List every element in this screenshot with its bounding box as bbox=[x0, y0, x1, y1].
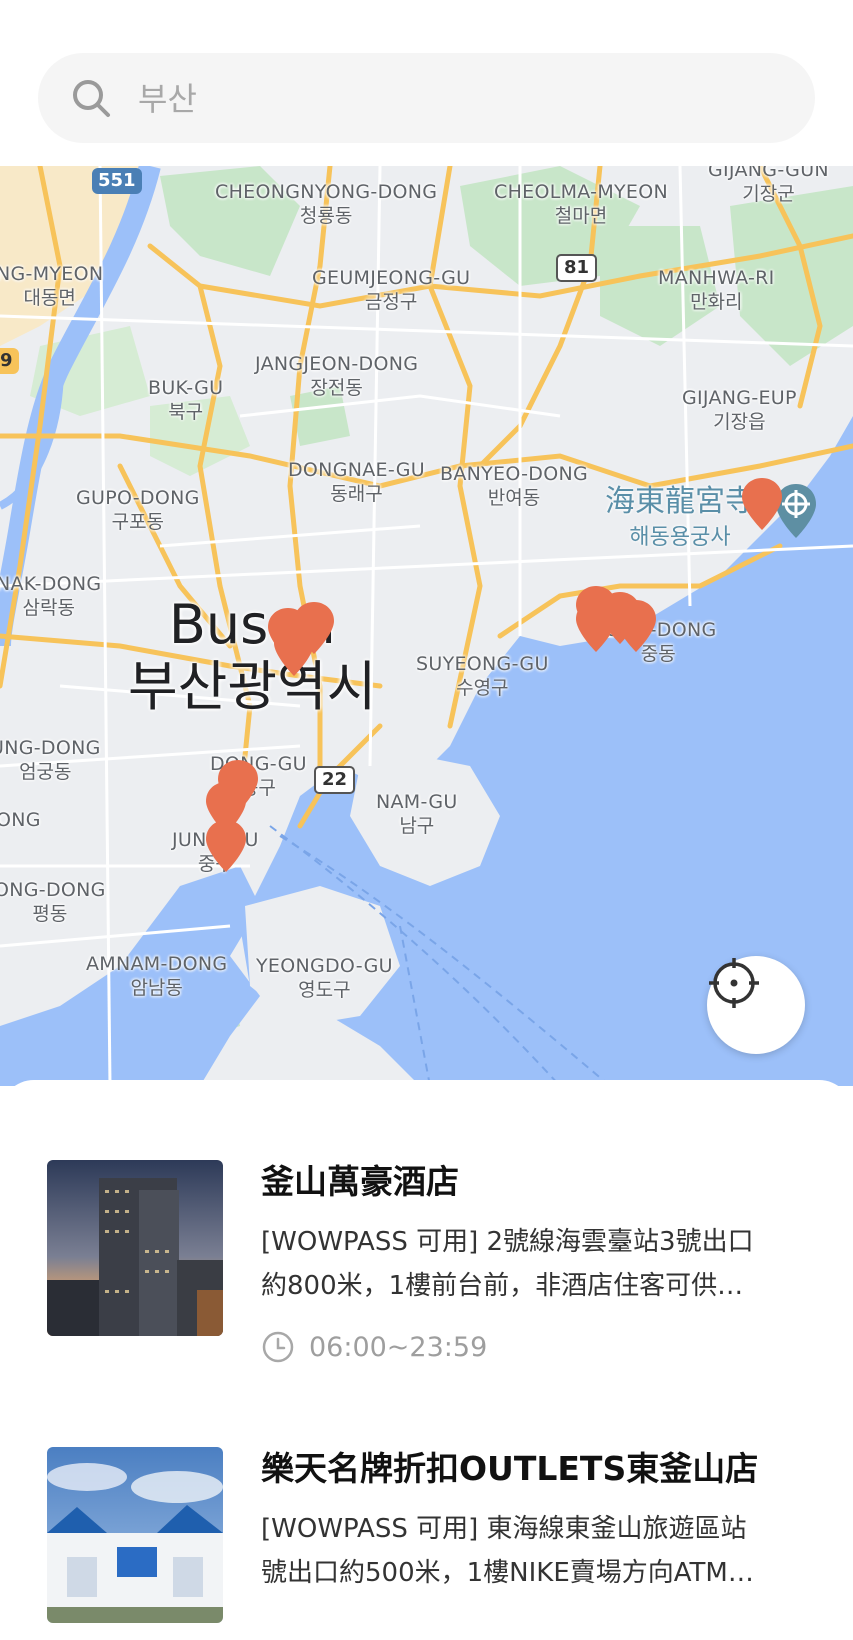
store-thumbnail bbox=[47, 1447, 223, 1623]
map-label: GUPO-DONG 구포동 bbox=[76, 487, 200, 533]
store-pin[interactable] bbox=[272, 622, 316, 682]
map-label: MANHWA-RI 만화리 bbox=[658, 267, 775, 313]
map-label: BUK-GU 북구 bbox=[148, 377, 224, 423]
locate-me-button[interactable] bbox=[707, 956, 805, 1054]
store-description: [WOWPASS 可用] 2號線海雲臺站3號出口 約800米，1樓前台前，非酒店… bbox=[261, 1227, 754, 1301]
map-label: NG-MYEON 대동면 bbox=[0, 263, 104, 309]
store-pin[interactable] bbox=[614, 598, 658, 658]
map-label: NAM-GU 남구 bbox=[376, 791, 458, 837]
map-pin-icon bbox=[274, 624, 314, 676]
map-label: BANYEO-DONG 반여동 bbox=[440, 463, 589, 509]
route-shield: 22 bbox=[314, 766, 356, 794]
store-pin[interactable] bbox=[204, 818, 248, 878]
route-shield: 81 bbox=[556, 254, 598, 282]
store-card[interactable]: 樂天名牌折扣OUTLETS東釜山店 [WOWPASS 可用] 東海線東釜山旅遊區… bbox=[47, 1447, 827, 1637]
store-card[interactable]: 釜山萬豪酒店 [WOWPASS 可用] 2號線海雲臺站3號出口 約800米，1樓… bbox=[47, 1160, 827, 1363]
map-label: NAK-DONG 삼락동 bbox=[0, 573, 102, 619]
map-pin-icon bbox=[206, 820, 246, 872]
map-label: GEUMJEONG-GU 금정구 bbox=[312, 267, 471, 313]
map-pin-icon bbox=[742, 478, 782, 530]
city-label: Busan 부산광역시 bbox=[128, 593, 377, 718]
search-bar[interactable] bbox=[38, 53, 815, 145]
store-title: 釜山萬豪酒店 bbox=[261, 1162, 459, 1201]
store-title: 樂天名牌折扣OUTLETS東釜山店 bbox=[261, 1449, 759, 1488]
store-pin[interactable] bbox=[574, 598, 618, 658]
map-label: ONG-DONG 평동 bbox=[0, 879, 106, 925]
map-label: JANGJEON-DONG 장전동 bbox=[255, 353, 419, 399]
map-label: ONG bbox=[0, 809, 41, 831]
map-label: AMNAM-DONG 암남동 bbox=[86, 953, 228, 999]
map-pin-icon bbox=[616, 600, 656, 652]
store-description: [WOWPASS 可用] 東海線東釜山旅遊區站 號出口約500米，1樓NIKE賣… bbox=[261, 1514, 754, 1588]
map-label: CHEONGNYONG-DONG 청룡동 bbox=[215, 181, 438, 227]
map-label: GIJANG-GUN 기장군 bbox=[708, 166, 829, 205]
map-label: CHEOLMA-MYEON 철마면 bbox=[494, 181, 668, 227]
poi-label[interactable]: 海東龍宮寺 해동용궁사 bbox=[605, 484, 755, 556]
search-input[interactable] bbox=[136, 53, 780, 145]
store-thumbnail bbox=[47, 1160, 223, 1336]
crosshair-icon bbox=[709, 958, 759, 1008]
map-label: GIJANG-EUP 기장읍 bbox=[682, 387, 797, 433]
map-view[interactable]: 551 81 22 9 CHEONGNYONG-DONG 청룡동 CHEOLMA-… bbox=[0, 166, 853, 1086]
route-shield: 551 bbox=[92, 168, 142, 194]
map-pin-icon bbox=[576, 600, 616, 652]
map-label: DONGNAE-GU 동래구 bbox=[288, 459, 425, 505]
map-label: UNG-DONG 엄궁동 bbox=[0, 737, 101, 783]
store-list-sheet[interactable]: 釜山萬豪酒店 [WOWPASS 可用] 2號線海雲臺站3號出口 約800米，1樓… bbox=[0, 1080, 853, 1640]
store-hours: 06:00~23:59 bbox=[261, 1330, 487, 1364]
clock-icon bbox=[262, 1331, 294, 1363]
map-label: SUYEONG-GU 수영구 bbox=[416, 653, 549, 699]
map-label: YEONGDO-GU 영도구 bbox=[256, 955, 393, 1001]
search-icon bbox=[73, 80, 110, 117]
route-shield: 9 bbox=[0, 348, 19, 374]
store-pin[interactable] bbox=[740, 476, 784, 536]
